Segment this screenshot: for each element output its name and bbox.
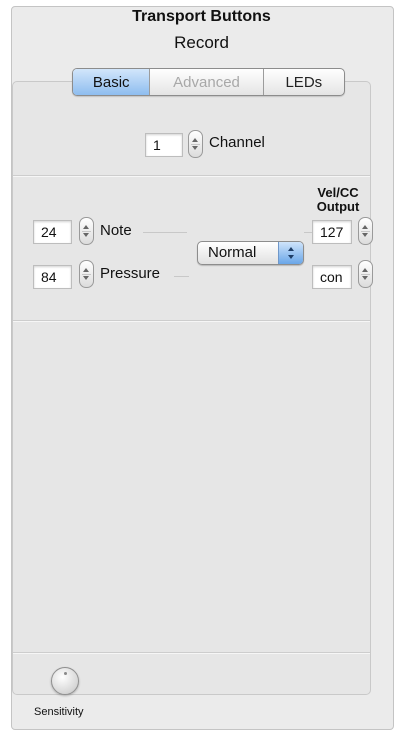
tab-advanced[interactable]: Advanced bbox=[150, 69, 264, 95]
increment-icon bbox=[362, 225, 368, 229]
decrement-icon bbox=[192, 146, 198, 150]
note-connector-line bbox=[143, 232, 187, 233]
decrement-icon bbox=[362, 233, 368, 237]
panel-title: Transport Buttons bbox=[132, 8, 271, 25]
stepper-divider bbox=[361, 231, 370, 232]
knob-indicator-icon bbox=[64, 672, 67, 675]
tab-bar: Basic Advanced LEDs bbox=[72, 68, 345, 96]
pressure-connector-line bbox=[174, 276, 189, 277]
channel-label: Channel bbox=[209, 134, 265, 151]
pressure-field[interactable]: 84 bbox=[33, 265, 72, 289]
mode-select[interactable]: Normal bbox=[197, 241, 304, 265]
decrement-icon bbox=[83, 276, 89, 280]
pressure-label: Pressure bbox=[100, 265, 161, 282]
sensitivity-label: Sensitivity bbox=[34, 706, 84, 718]
select-connector-line bbox=[304, 232, 312, 233]
channel-stepper[interactable] bbox=[188, 130, 203, 158]
panel-subtitle: Record bbox=[174, 33, 229, 52]
increment-icon bbox=[83, 268, 89, 272]
section-divider-highlight bbox=[13, 321, 370, 322]
popup-arrows-icon bbox=[278, 242, 303, 264]
sensitivity-knob[interactable] bbox=[51, 667, 79, 695]
pressure-stepper[interactable] bbox=[79, 260, 94, 288]
stepper-divider bbox=[361, 274, 370, 275]
increment-icon bbox=[192, 138, 198, 142]
velocity-output-field[interactable]: 127 bbox=[312, 220, 352, 244]
tab-basic[interactable]: Basic bbox=[73, 69, 151, 95]
note-stepper[interactable] bbox=[79, 217, 94, 245]
stepper-divider bbox=[82, 231, 91, 232]
tab-leds[interactable]: LEDs bbox=[264, 69, 344, 95]
decrement-icon bbox=[362, 276, 368, 280]
note-label: Note bbox=[100, 222, 132, 239]
increment-icon bbox=[83, 225, 89, 229]
section-divider-highlight bbox=[13, 176, 370, 177]
decrement-icon bbox=[83, 233, 89, 237]
stepper-divider bbox=[191, 144, 200, 145]
velocity-output-stepper[interactable] bbox=[358, 217, 373, 245]
channel-field[interactable]: 1 bbox=[145, 133, 183, 157]
output-column-header: Vel/CC Output bbox=[316, 185, 360, 214]
tab-content-group bbox=[12, 81, 371, 695]
section-divider-highlight bbox=[13, 653, 370, 654]
increment-icon bbox=[362, 268, 368, 272]
mode-select-value: Normal bbox=[208, 244, 257, 261]
stepper-divider bbox=[82, 274, 91, 275]
pressure-output-field[interactable]: con bbox=[312, 265, 352, 289]
pressure-output-stepper[interactable] bbox=[358, 260, 373, 288]
note-field[interactable]: 24 bbox=[33, 220, 72, 244]
